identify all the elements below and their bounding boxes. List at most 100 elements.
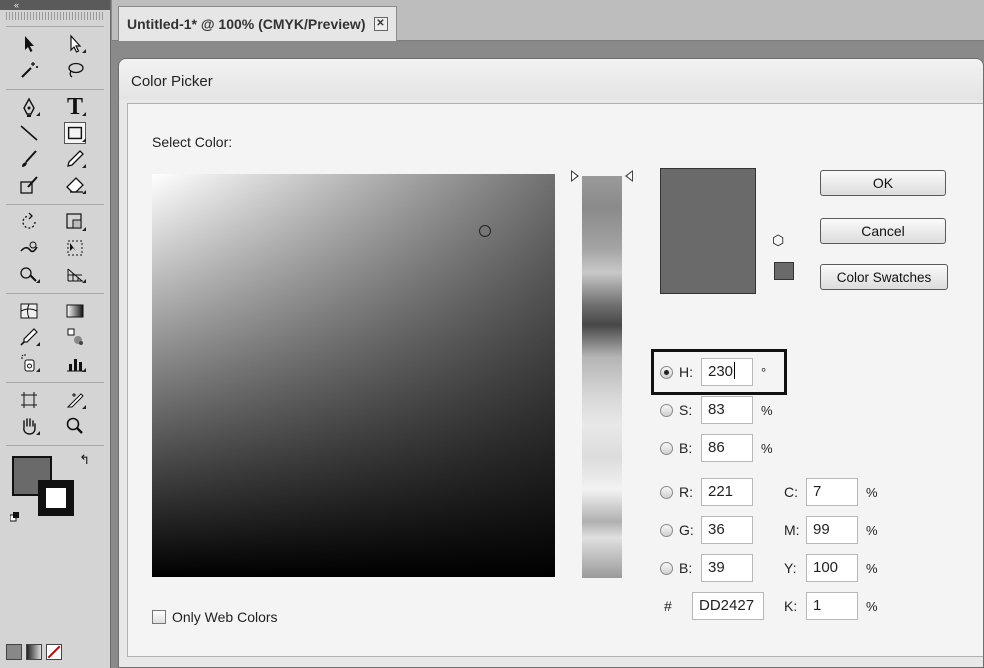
tool-group-paint	[6, 293, 104, 376]
document-tab-bar: Untitled-1* @ 100% (CMYK/Preview) ✕	[112, 0, 984, 41]
magenta-label: M:	[784, 522, 800, 538]
type-tool-icon[interactable]: T	[52, 95, 98, 119]
rotate-tool-icon[interactable]	[6, 210, 52, 234]
only-web-colors-option[interactable]: Only Web Colors	[152, 609, 278, 625]
pencil-tool-icon[interactable]	[52, 147, 98, 171]
green-radio[interactable]	[660, 523, 673, 537]
dialog-title: Color Picker	[131, 73, 213, 90]
magenta-row: M: 99 %	[784, 516, 878, 544]
tool-group-transform	[6, 204, 104, 287]
hex-row: # DD2427	[660, 592, 764, 620]
hue-slider-left-arrow-icon[interactable]	[571, 170, 579, 182]
green-input[interactable]: 36	[701, 516, 753, 544]
out-of-gamut-icon[interactable]: ⬡	[772, 232, 784, 249]
none-mode-icon[interactable]	[46, 644, 62, 660]
document-tab-title: Untitled-1* @ 100% (CMYK/Preview)	[127, 16, 366, 32]
symbol-sprayer-tool-icon[interactable]	[6, 351, 52, 375]
magenta-input[interactable]: 99	[806, 516, 858, 544]
color-field-cursor[interactable]	[479, 225, 491, 237]
color-field[interactable]	[152, 174, 555, 577]
direct-selection-tool-icon[interactable]	[52, 32, 98, 56]
selection-tool-icon[interactable]	[6, 32, 52, 56]
saturation-radio[interactable]	[660, 403, 673, 417]
mesh-tool-icon[interactable]	[6, 299, 52, 323]
tool-group-selection	[6, 26, 104, 83]
default-fill-stroke-icon[interactable]	[10, 512, 20, 522]
eraser-tool-icon[interactable]	[52, 173, 98, 197]
blue-row: B: 39	[660, 554, 753, 582]
hue-slider-right-arrow-icon[interactable]	[625, 170, 633, 182]
slice-tool-icon[interactable]	[52, 388, 98, 412]
yellow-row: Y: 100 %	[784, 554, 878, 582]
tools-panel: « T ↰	[0, 0, 111, 668]
cyan-label: C:	[784, 484, 798, 500]
eyedropper-tool-icon[interactable]	[6, 325, 52, 349]
dialog-body: Select Color: ⬡ OK Cancel Color Swatches…	[127, 103, 983, 657]
red-input[interactable]: 221	[701, 478, 753, 506]
blend-tool-icon[interactable]	[52, 325, 98, 349]
hex-input[interactable]: DD2427	[692, 592, 764, 620]
free-transform-tool-icon[interactable]	[52, 236, 98, 260]
cancel-button[interactable]: Cancel	[820, 218, 946, 244]
blue-input[interactable]: 39	[701, 554, 753, 582]
saturation-label: S:	[679, 402, 693, 418]
only-web-colors-checkbox[interactable]	[152, 610, 166, 624]
artboard-tool-icon[interactable]	[6, 388, 52, 412]
ok-button[interactable]: OK	[820, 170, 946, 196]
brightness-radio[interactable]	[660, 441, 673, 455]
rectangle-tool-icon[interactable]	[52, 121, 98, 145]
document-tab[interactable]: Untitled-1* @ 100% (CMYK/Preview) ✕	[118, 6, 397, 41]
close-tab-icon[interactable]: ✕	[373, 17, 388, 31]
hue-highlight-box	[651, 349, 787, 395]
black-row: K: 1 %	[784, 592, 878, 620]
perspective-grid-tool-icon[interactable]	[52, 262, 98, 286]
brightness-label: B:	[679, 440, 693, 456]
pen-tool-icon[interactable]	[6, 95, 52, 119]
brightness-input[interactable]: 86	[701, 434, 753, 462]
color-preview-swatch	[660, 168, 756, 294]
web-safe-color-swatch[interactable]	[774, 262, 794, 280]
saturation-unit: %	[761, 402, 773, 418]
blue-label: B:	[679, 560, 693, 576]
green-row: G: 36	[660, 516, 753, 544]
brightness-row: B: 86 %	[660, 434, 773, 462]
shape-builder-tool-icon[interactable]	[6, 262, 52, 286]
cyan-input[interactable]: 7	[806, 478, 858, 506]
hue-slider[interactable]	[582, 176, 622, 578]
green-label: G:	[679, 522, 694, 538]
line-segment-tool-icon[interactable]	[6, 121, 52, 145]
collapse-panel-icon[interactable]: «	[0, 0, 110, 10]
color-mode-icon[interactable]	[6, 644, 22, 660]
tool-group-view	[6, 382, 104, 439]
lasso-tool-icon[interactable]	[52, 58, 98, 82]
cyan-unit: %	[866, 484, 878, 500]
color-swatches-button[interactable]: Color Swatches	[820, 264, 948, 290]
tool-group-drawing: T	[6, 89, 104, 198]
gradient-tool-icon[interactable]	[52, 299, 98, 323]
zoom-tool-icon[interactable]	[52, 414, 98, 438]
gradient-mode-icon[interactable]	[26, 644, 42, 660]
hand-tool-icon[interactable]	[6, 414, 52, 438]
yellow-label: Y:	[784, 560, 797, 576]
panel-grip[interactable]	[6, 12, 104, 20]
red-label: R:	[679, 484, 693, 500]
yellow-input[interactable]: 100	[806, 554, 858, 582]
magic-wand-tool-icon[interactable]	[6, 58, 52, 82]
black-unit: %	[866, 598, 878, 614]
swap-fill-stroke-icon[interactable]: ↰	[79, 452, 90, 468]
blob-brush-tool-icon[interactable]	[6, 173, 52, 197]
hex-label: #	[664, 598, 672, 614]
red-radio[interactable]	[660, 485, 673, 499]
stroke-color-swatch[interactable]	[38, 480, 74, 516]
scale-tool-icon[interactable]	[52, 210, 98, 234]
warp-tool-icon[interactable]	[6, 236, 52, 260]
red-row: R: 221	[660, 478, 753, 506]
black-input[interactable]: 1	[806, 592, 858, 620]
blue-radio[interactable]	[660, 561, 673, 575]
saturation-input[interactable]: 83	[701, 396, 753, 424]
column-graph-tool-icon[interactable]	[52, 351, 98, 375]
drawing-modes	[6, 644, 62, 660]
paintbrush-tool-icon[interactable]	[6, 147, 52, 171]
only-web-colors-label: Only Web Colors	[172, 609, 278, 625]
color-picker-dialog: Color Picker Select Color: ⬡ OK Cancel C…	[118, 58, 984, 668]
